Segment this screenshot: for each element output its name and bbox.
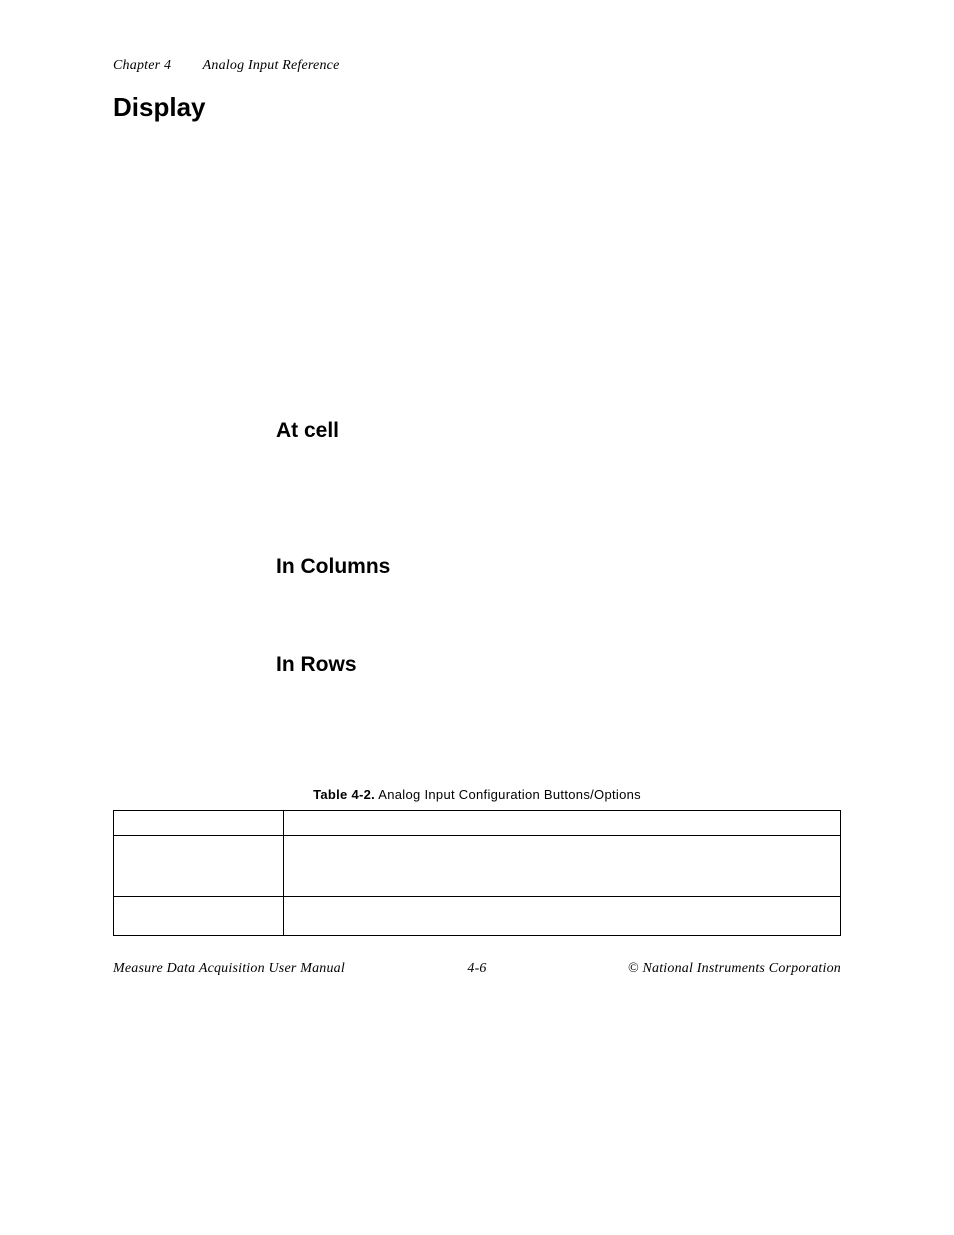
footer-right: © National Instruments Corporation [628, 961, 841, 977]
running-header: Chapter 4 Analog Input Reference [113, 58, 841, 74]
page-footer: Measure Data Acquisition User Manual 4-6… [113, 961, 841, 977]
table-cell [114, 897, 284, 936]
document-page: Chapter 4 Analog Input Reference Display… [0, 0, 954, 1235]
table-row [114, 836, 841, 897]
footer-left: Measure Data Acquisition User Manual [113, 961, 345, 977]
table-caption: Table 4-2. Analog Input Configuration Bu… [113, 787, 841, 802]
table-cell [284, 897, 841, 936]
heading-in-columns: In Columns [276, 555, 841, 579]
heading-at-cell: At cell [276, 419, 841, 443]
table-cell [284, 811, 841, 836]
chapter-title: Analog Input Reference [203, 58, 340, 73]
table-caption-text: Analog Input Configuration Buttons/Optio… [378, 787, 641, 802]
table-caption-label: Table 4-2. [313, 787, 375, 802]
heading-in-rows: In Rows [276, 653, 841, 677]
table-cell [284, 836, 841, 897]
footer-page-number: 4-6 [467, 961, 486, 977]
table-row [114, 811, 841, 836]
table-row [114, 897, 841, 936]
chapter-label: Chapter 4 [113, 58, 171, 73]
config-table [113, 810, 841, 936]
table-cell [114, 811, 284, 836]
heading-display: Display [113, 92, 841, 123]
table-cell [114, 836, 284, 897]
